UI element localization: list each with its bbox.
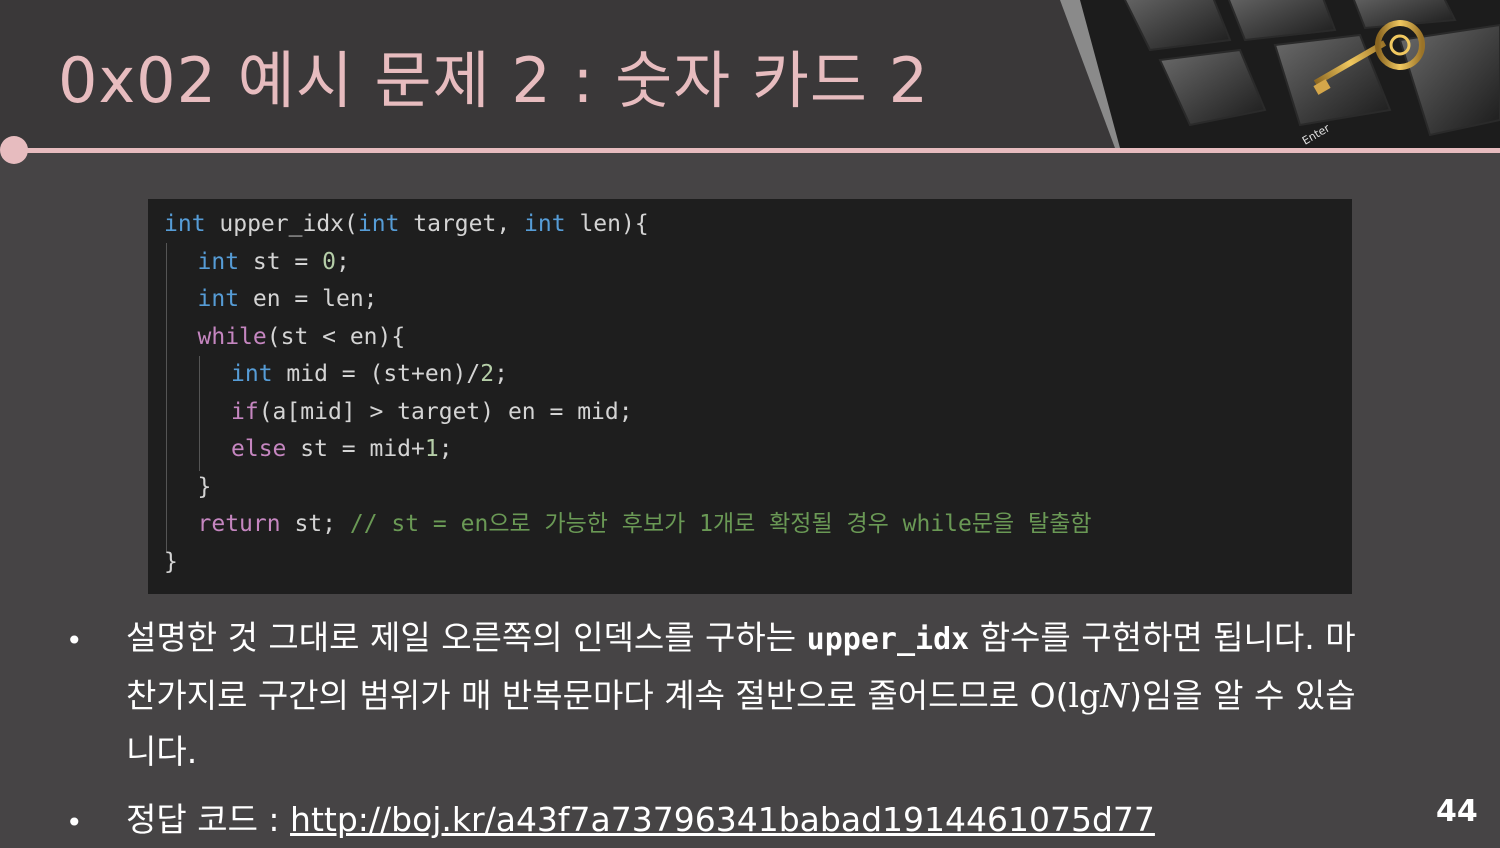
- answer-link[interactable]: http://boj.kr/a43f7a73796341babad1914461…: [290, 800, 1155, 839]
- code-line: int upper_idx(int target, int len){: [164, 206, 649, 243]
- code-token: else: [231, 436, 287, 462]
- bullet-text: 설명한 것 그대로 제일 오른쪽의 인덱스를 구하는: [126, 618, 807, 657]
- code-token: int: [524, 211, 566, 237]
- code-token: ;: [336, 248, 350, 275]
- code-token: if: [231, 398, 259, 425]
- code-line: int mid = (st+en)/2;: [231, 356, 508, 393]
- bullet-explanation: 설명한 것 그대로 제일 오른쪽의 인덱스를 구하는 upper_idx 함수를…: [126, 610, 1376, 780]
- code-token: (a[mid] > target) en = mid;: [258, 398, 633, 425]
- code-token: }: [164, 548, 178, 575]
- n-symbol: N: [1100, 676, 1130, 715]
- code-token: 1: [424, 436, 439, 462]
- divider-dot: [0, 136, 28, 164]
- code-token: target,: [399, 211, 525, 237]
- code-line: int st = 0;: [198, 244, 350, 281]
- code-token: st = mid+: [286, 436, 425, 462]
- function-name: upper_idx: [806, 622, 970, 657]
- bullet-answer-code: 정답 코드 : http://boj.kr/a43f7a73796341baba…: [126, 792, 1376, 848]
- indent-guide: [166, 243, 167, 553]
- title-bar: 0x02 예시 문제 2 : 숫자 카드 2 Enter: [0, 0, 1500, 148]
- slide-title: 0x02 예시 문제 2 : 숫자 카드 2: [58, 44, 930, 117]
- code-line: }: [198, 469, 212, 506]
- code-token: 2: [480, 361, 495, 387]
- code-token: upper_idx(: [205, 211, 358, 237]
- code-token: st =: [239, 248, 323, 275]
- code-token: (st < en){: [266, 323, 406, 350]
- code-line: return st; // st = en으로 가능한 후보가 1개로 확정될 …: [198, 506, 1092, 543]
- bullet-marker: •: [66, 624, 83, 657]
- lg-symbol: lg: [1068, 676, 1101, 715]
- code-token: ;: [494, 361, 508, 387]
- code-token: len){: [565, 211, 649, 237]
- code-line: else st = mid+1;: [231, 431, 453, 468]
- code-token: }: [197, 473, 212, 500]
- code-line: if(a[mid] > target) en = mid;: [231, 394, 633, 431]
- code-line: while(st < en){: [198, 319, 406, 356]
- code-token: st;: [280, 511, 350, 537]
- code-token: ;: [438, 436, 453, 462]
- code-token: int: [197, 286, 240, 312]
- code-token: while: [197, 323, 267, 350]
- code-token: int: [357, 211, 400, 237]
- title-divider: [14, 148, 1500, 153]
- code-token: en = len;: [239, 286, 378, 312]
- indent-guide: [199, 356, 200, 471]
- code-token: mid = (st+en)/: [272, 361, 481, 387]
- code-block: int upper_idx(int target, int len){int s…: [148, 199, 1352, 594]
- bullet-marker: •: [66, 806, 83, 839]
- code-token: int: [164, 211, 206, 237]
- code-line: }: [164, 544, 178, 581]
- code-token: int: [197, 248, 240, 275]
- code-line: int en = len;: [198, 281, 378, 318]
- code-token: 0: [322, 248, 336, 275]
- answer-label: 정답 코드 :: [126, 800, 291, 839]
- code-token: return: [197, 511, 281, 537]
- keyboard-key-photo: Enter: [1060, 0, 1500, 148]
- code-token: int: [231, 361, 273, 387]
- page-number: 44: [1436, 794, 1478, 829]
- code-token: // st = en으로 가능한 후보가 1개로 확정될 경우 while문을 …: [349, 511, 1092, 537]
